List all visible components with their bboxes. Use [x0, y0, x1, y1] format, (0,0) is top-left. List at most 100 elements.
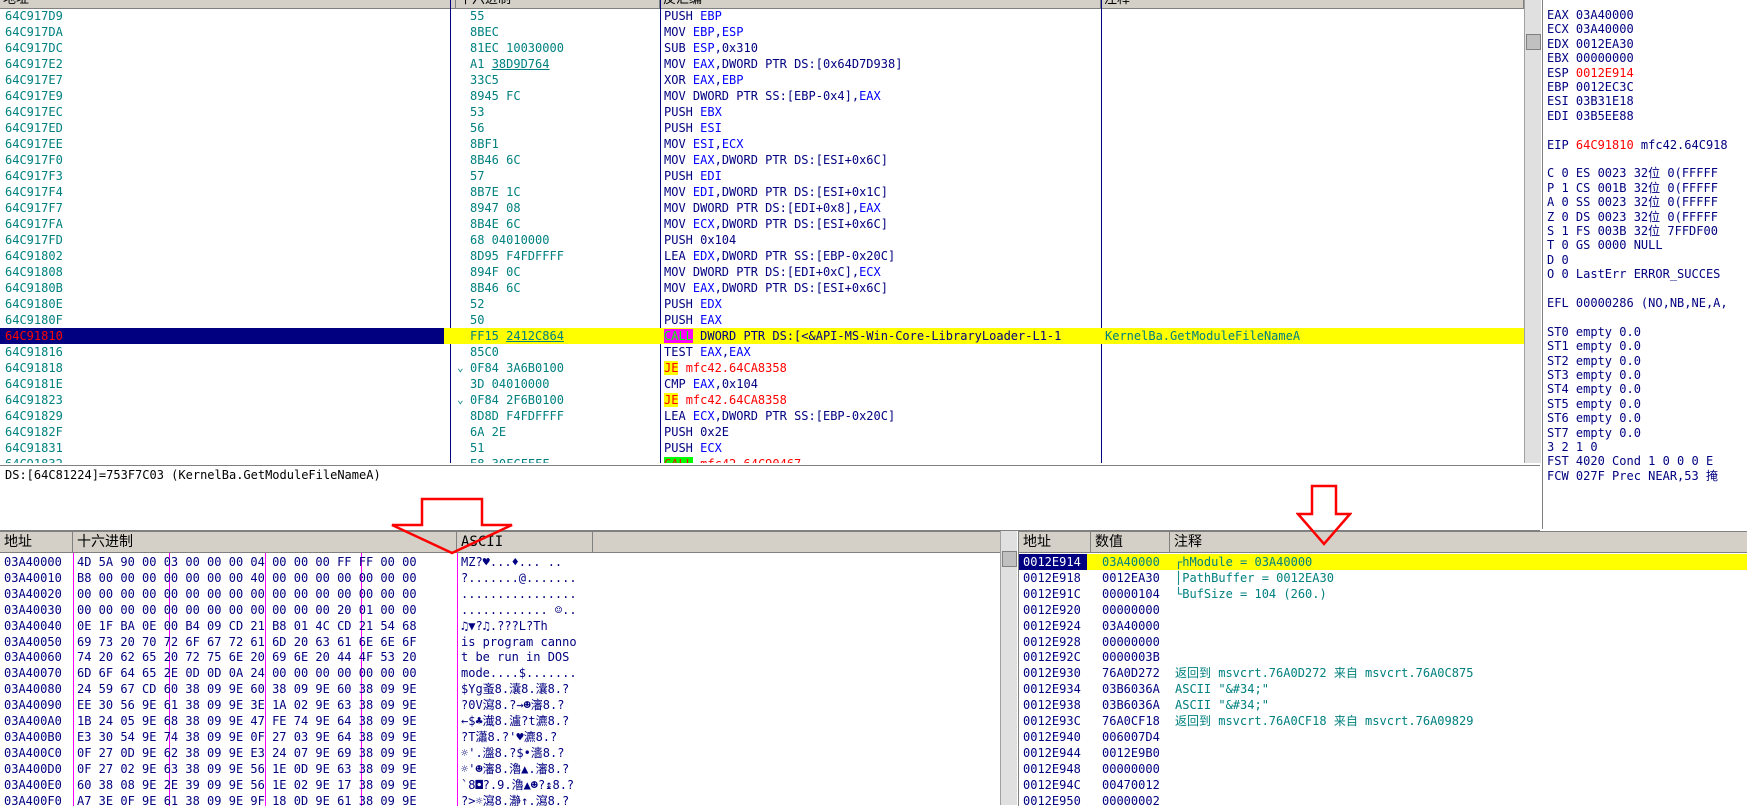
disasm-row[interactable]: 64C917E2A1 38D9D764MOV EAX,DWORD PTR DS:… — [0, 56, 1524, 72]
disasm-row[interactable]: 64C917F78947 08MOV DWORD PTR DS:[EDI+0x8… — [0, 200, 1524, 216]
disasm-row[interactable]: 64C917FA8B4E 6CMOV ECX,DWORD PTR DS:[ESI… — [0, 216, 1524, 232]
stack-row[interactable]: 0012E91403A40000┌hModule = 03A40000 — [1019, 554, 1747, 570]
register-text: P 1 CS 001B 32位 0(FFFFF — [1547, 181, 1718, 195]
disasm-row[interactable]: 64C9181E3D 04010000CMP EAX,0x104 — [0, 376, 1524, 392]
stack-address: 0012E940 — [1023, 729, 1081, 745]
register-text: ST4 empty 0.0 — [1547, 382, 1641, 396]
register-row[interactable]: FCW 027F Prec NEAR,53 掩 — [1547, 468, 1718, 484]
disasm-row[interactable]: 64C917EC53PUSH EBX — [0, 104, 1524, 120]
stack-row[interactable]: 0012E9440012E9B0 — [1019, 745, 1747, 761]
scrollbar-thumb[interactable] — [1002, 551, 1017, 567]
instruction-hex: 81EC 10030000 — [470, 40, 564, 56]
registers-pane[interactable]: EAX 03A40000ECX 03A40000EDX 0012EA30EBX … — [1542, 0, 1747, 529]
col-header-hex[interactable]: 十六进制 — [456, 0, 660, 8]
disasm-row[interactable]: 64C91818⌄0F84 3A6B0100JE mfc42.64CA8358 — [0, 360, 1524, 376]
stack-pane[interactable]: 地址 数值 注释 0012E91403A40000┌hModule = 03A4… — [1018, 531, 1747, 806]
disassembly-scrollbar[interactable] — [1524, 0, 1541, 463]
disasm-row[interactable]: 64C918298D8D F4FDFFFFLEA ECX,DWORD PTR S… — [0, 408, 1524, 424]
disassembly-pane[interactable]: 地址 十六进制 反汇编 注释 64C917D955PUSH EBP64C917D… — [0, 0, 1525, 463]
col-header-value[interactable]: 数值 — [1091, 532, 1170, 552]
hex-operand: 38D9D764 — [492, 57, 550, 71]
disasm-row[interactable]: 64C91823⌄0F84 2F6B0100JE mfc42.64CA8358 — [0, 392, 1524, 408]
col-header-address[interactable]: 地址 — [1019, 532, 1091, 552]
disasm-row[interactable]: 64C917F08B46 6CMOV EAX,DWORD PTR DS:[ESI… — [0, 152, 1524, 168]
disasm-row[interactable]: 64C918028D95 F4FDFFFFLEA EDX,DWORD PTR S… — [0, 248, 1524, 264]
instruction-address: 64C91823 — [5, 392, 63, 408]
instruction-hex: 8947 08 — [470, 200, 521, 216]
asm-token: EAX — [693, 377, 715, 391]
disasm-row[interactable]: 64C9180B8B46 6CMOV EAX,DWORD PTR DS:[ESI… — [0, 280, 1524, 296]
col-header-disassembly[interactable]: 反汇编 — [660, 0, 1101, 8]
disasm-row[interactable]: 64C9181685C0TEST EAX,EAX — [0, 344, 1524, 360]
disasm-row[interactable]: 64C917FD68 04010000PUSH 0x104 — [0, 232, 1524, 248]
asm-token: MOV — [664, 217, 693, 231]
col-header-address[interactable]: 地址 — [0, 0, 456, 8]
col-header-comment[interactable]: 注释 — [1101, 0, 1524, 8]
disasm-row[interactable]: 64C91832E8 30FCFFFFCALL mfc42.64C90467 — [0, 456, 1524, 463]
disasm-row[interactable]: 64C917F48B7E 1CMOV EDI,DWORD PTR DS:[ESI… — [0, 184, 1524, 200]
asm-token: ESI — [700, 121, 722, 135]
stack-row[interactable]: 0012E94800000000 — [1019, 761, 1747, 777]
disasm-row[interactable]: 64C917DC81EC 10030000SUB ESP,0x310 — [0, 40, 1524, 56]
disasm-row[interactable]: 64C91810FF15 2412C864CALL DWORD PTR DS:[… — [0, 328, 1524, 344]
instruction-address: 64C91808 — [5, 264, 63, 280]
stack-row[interactable]: 0012E93803B6036AASCII "&#34;" — [1019, 697, 1747, 713]
register-row[interactable]: EIP 64C91810 mfc42.64C918 — [1547, 137, 1728, 153]
instruction-address: 64C91816 — [5, 344, 63, 360]
register-text: EBX 00000000 — [1547, 51, 1634, 65]
disasm-row[interactable]: 64C917F357PUSH EDI — [0, 168, 1524, 184]
instruction-address: 64C9180F — [5, 312, 63, 328]
stack-row[interactable]: 0012E940006007D4 — [1019, 729, 1747, 745]
stack-row[interactable]: 0012E94C00470012 — [1019, 777, 1747, 793]
register-text: EIP — [1547, 138, 1576, 152]
stack-row[interactable]: 0012E93C76A0CF18返回到 msvcrt.76A0CF18 来自 m… — [1019, 713, 1747, 729]
stack-row[interactable]: 0012E92403A40000 — [1019, 618, 1747, 634]
memory-dump-pane[interactable]: 地址 十六进制 ASCII 03A400004D 5A 90 00 03 00 … — [0, 531, 1000, 806]
register-text: C 0 ES 0023 32位 0(FFFFF — [1547, 166, 1718, 180]
col-header-address[interactable]: 地址 — [0, 532, 73, 552]
asm-token: ECX — [693, 217, 715, 231]
stack-row[interactable]: 0012E92C0000003B — [1019, 649, 1747, 665]
disasm-row[interactable]: 64C917E98945 FCMOV DWORD PTR SS:[EBP-0x4… — [0, 88, 1524, 104]
stack-row[interactable]: 0012E93076A0D272返回到 msvcrt.76A0D272 来自 m… — [1019, 665, 1747, 681]
stack-row[interactable]: 0012E91C00000104└BufSize = 104 (260.) — [1019, 586, 1747, 602]
disasm-row[interactable]: 64C9183151PUSH ECX — [0, 440, 1524, 456]
dump-ascii: $Yg蚉8.灢8.灢8.? — [461, 681, 569, 697]
instruction-hex: 8BEC — [470, 24, 499, 40]
stack-row[interactable]: 0012E93403B6036AASCII "&#34;" — [1019, 681, 1747, 697]
stack-row[interactable]: 0012E95000000002 — [1019, 793, 1747, 806]
scrollbar-thumb[interactable] — [1526, 34, 1541, 50]
disasm-row[interactable]: 64C9182F6A 2EPUSH 0x2E — [0, 424, 1524, 440]
asm-token: EAX — [700, 345, 722, 359]
instruction-address: 64C917ED — [5, 120, 63, 136]
disasm-row[interactable]: 64C917E733C5XOR EAX,EBP — [0, 72, 1524, 88]
disasm-row[interactable]: 64C9180F50PUSH EAX — [0, 312, 1524, 328]
stack-row[interactable]: 0012E92800000000 — [1019, 634, 1747, 650]
asm-token: MOV DWORD PTR DS:[EDI+0x8], — [664, 201, 859, 215]
instruction-hex: 8B4E 6C — [470, 216, 521, 232]
disasm-row[interactable]: 64C917DA8BECMOV EBP,ESP — [0, 24, 1524, 40]
instruction-address: 64C917EC — [5, 104, 63, 120]
stack-row[interactable]: 0012E9180012EA30│PathBuffer = 0012EA30 — [1019, 570, 1747, 586]
instruction-hex: 8945 FC — [470, 88, 521, 104]
asm-token: PUSH — [664, 105, 700, 119]
asm-token — [678, 393, 685, 407]
dump-hex-bytes: E3 30 54 9E 74 38 09 9E 0F 27 03 9E 64 3… — [77, 729, 417, 745]
register-row[interactable]: O 0 LastErr ERROR_SUCCES — [1547, 266, 1720, 282]
stack-address: 0012E92C — [1023, 649, 1081, 665]
asm-token: EDX — [700, 297, 722, 311]
disasm-row[interactable]: 64C91808894F 0CMOV DWORD PTR DS:[EDI+0xC… — [0, 264, 1524, 280]
disasm-row[interactable]: 64C9180E52PUSH EDX — [0, 296, 1524, 312]
disasm-row[interactable]: 64C917ED56PUSH ESI — [0, 120, 1524, 136]
disasm-row[interactable]: 64C917EE8BF1MOV ESI,ECX — [0, 136, 1524, 152]
col-header-comment[interactable]: 注释 — [1170, 532, 1747, 552]
stack-comment: └BufSize = 104 (260.) — [1175, 586, 1327, 602]
register-row[interactable]: EDI 03B5EE88 — [1547, 108, 1634, 124]
register-text: EDI 03B5EE88 — [1547, 109, 1634, 123]
asm-token: MOV — [664, 281, 693, 295]
stack-row[interactable]: 0012E92000000000 — [1019, 602, 1747, 618]
dump-scrollbar[interactable] — [1000, 531, 1017, 805]
disasm-row[interactable]: 64C917D955PUSH EBP — [0, 8, 1524, 24]
register-row[interactable]: EFL 00000286 (NO,NB,NE,A, — [1547, 295, 1728, 311]
register-changed-value: 64C91810 — [1576, 138, 1634, 152]
